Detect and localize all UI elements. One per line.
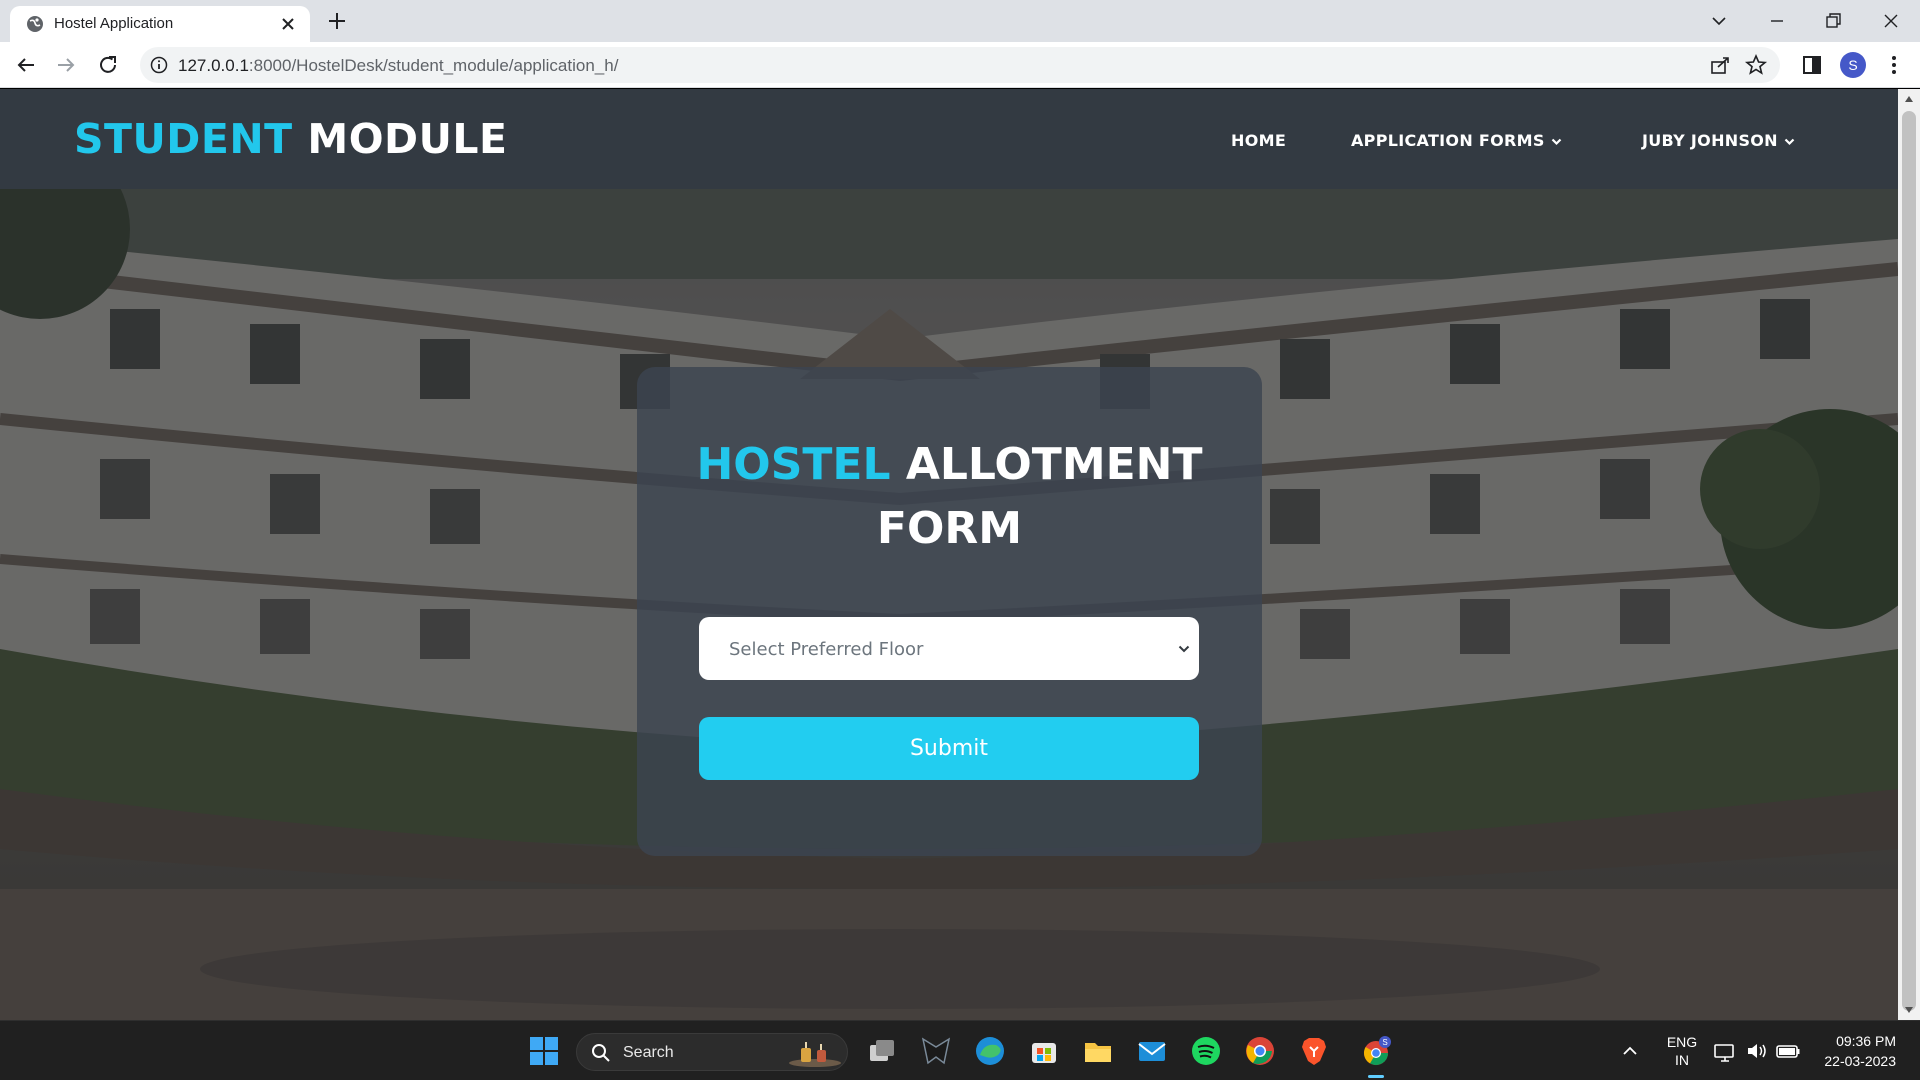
browser-toolbar: 127.0.0.1:8000/HostelDesk/student_module… <box>0 42 1920 88</box>
site-navbar: STUDENT MODULE HOME APPLICATION FORMS JU… <box>0 89 1898 189</box>
network-icon[interactable] <box>1712 1035 1738 1067</box>
share-icon[interactable] <box>1708 53 1732 77</box>
nav-user-dropdown[interactable]: JUBY JOHNSON <box>1642 131 1795 150</box>
url-path: :8000/HostelDesk/student_module/applicat… <box>248 56 619 75</box>
file-explorer-icon[interactable] <box>1082 1035 1114 1067</box>
forward-icon[interactable] <box>54 53 78 77</box>
preferred-floor-placeholder: Select Preferred Floor <box>729 639 924 660</box>
taskbar-clock[interactable]: 09:36 PM 22-03-2023 <box>1824 1031 1896 1071</box>
search-highlight-decoration-icon <box>789 1042 841 1067</box>
url-host: 127.0.0.1 <box>178 56 249 75</box>
new-tab-icon[interactable] <box>326 10 348 32</box>
reload-icon[interactable] <box>96 53 120 77</box>
microsoft-store-icon[interactable] <box>1028 1035 1060 1067</box>
show-hidden-icons-chevron-icon[interactable] <box>1616 1035 1644 1067</box>
globe-icon <box>27 16 43 32</box>
windows-taskbar: Search S ENG IN 09:36 PM 22-03-2023 <box>0 1020 1920 1080</box>
browser-menu-icon[interactable] <box>1882 53 1906 77</box>
submit-button[interactable]: Submit <box>699 717 1199 780</box>
brand-logo[interactable]: STUDENT MODULE <box>74 115 508 163</box>
form-title-accent: HOSTEL <box>696 439 891 490</box>
scroll-up-arrow-icon[interactable] <box>1904 95 1914 103</box>
bookmark-star-icon[interactable] <box>1744 53 1768 77</box>
profile-avatar[interactable]: S <box>1840 52 1866 78</box>
windows-start-icon[interactable] <box>528 1035 560 1067</box>
chevron-down-icon <box>1784 138 1795 145</box>
language-line1: ENG <box>1666 1034 1698 1050</box>
screen: Hostel Application 127.0.0.1:8000/Hostel… <box>0 0 1920 1080</box>
back-icon[interactable] <box>14 53 38 77</box>
close-window-icon[interactable] <box>1878 8 1904 34</box>
taskbar-search-box[interactable]: Search <box>576 1033 848 1071</box>
active-app-indicator <box>1368 1075 1384 1078</box>
nav-application-forms-dropdown[interactable]: APPLICATION FORMS <box>1351 131 1562 150</box>
mail-icon[interactable] <box>1136 1035 1168 1067</box>
nav-home-label: HOME <box>1231 131 1287 150</box>
close-tab-icon[interactable] <box>278 14 298 34</box>
form-title-rest: ALLOTMENT FORM <box>876 439 1203 554</box>
battery-icon[interactable] <box>1774 1035 1802 1067</box>
hostel-allotment-form-card: HOSTEL ALLOTMENT FORM Select Preferred F… <box>637 367 1262 856</box>
clock-date: 22-03-2023 <box>1824 1053 1896 1069</box>
task-view-icon[interactable] <box>866 1035 898 1067</box>
scroll-down-arrow-icon[interactable] <box>1904 1006 1914 1014</box>
chrome-icon[interactable] <box>1244 1035 1276 1067</box>
spotify-icon[interactable] <box>1190 1035 1222 1067</box>
form-title: HOSTEL ALLOTMENT FORM <box>637 433 1262 561</box>
preferred-floor-select[interactable]: Select Preferred Floor <box>699 617 1199 680</box>
gaming-app-icon[interactable] <box>920 1035 952 1067</box>
search-icon <box>592 1044 610 1062</box>
browser-tab[interactable]: Hostel Application <box>10 6 310 42</box>
minimize-icon[interactable] <box>1764 8 1790 34</box>
chevron-down-icon <box>1178 645 1190 653</box>
restore-icon[interactable] <box>1820 8 1846 34</box>
nav-user-label: JUBY JOHNSON <box>1642 131 1778 150</box>
nav-application-forms-label: APPLICATION FORMS <box>1351 131 1545 150</box>
tab-search-chevron-icon[interactable] <box>1706 8 1732 34</box>
address-bar[interactable]: 127.0.0.1:8000/HostelDesk/student_module… <box>140 47 1780 83</box>
url-text: 127.0.0.1:8000/HostelDesk/student_module… <box>178 56 618 76</box>
brand-rest-text: MODULE <box>307 115 508 163</box>
chevron-down-icon <box>1551 138 1561 145</box>
site-info-icon[interactable] <box>150 56 168 74</box>
taskbar-search-label: Search <box>623 1044 674 1061</box>
page-scrollbar[interactable] <box>1898 89 1920 1020</box>
browser-tab-strip: Hostel Application <box>0 0 1920 42</box>
scrollbar-thumb[interactable] <box>1902 111 1916 1011</box>
language-line2: IN <box>1675 1052 1689 1068</box>
volume-icon[interactable] <box>1744 1035 1770 1067</box>
brand-accent-text: STUDENT <box>74 115 293 163</box>
side-panel-icon[interactable] <box>1800 53 1824 77</box>
language-indicator[interactable]: ENG IN <box>1662 1033 1702 1069</box>
chrome-profile-icon[interactable]: S <box>1360 1035 1392 1067</box>
nav-home-link[interactable]: HOME <box>1231 131 1286 150</box>
brave-browser-icon[interactable] <box>1298 1035 1330 1067</box>
edge-browser-icon[interactable] <box>974 1035 1006 1067</box>
clock-time: 09:36 PM <box>1836 1033 1896 1049</box>
page-viewport: STUDENT MODULE HOME APPLICATION FORMS JU… <box>0 89 1898 1020</box>
tab-title: Hostel Application <box>54 15 174 32</box>
chrome-profile-badge: S <box>1382 1038 1387 1047</box>
